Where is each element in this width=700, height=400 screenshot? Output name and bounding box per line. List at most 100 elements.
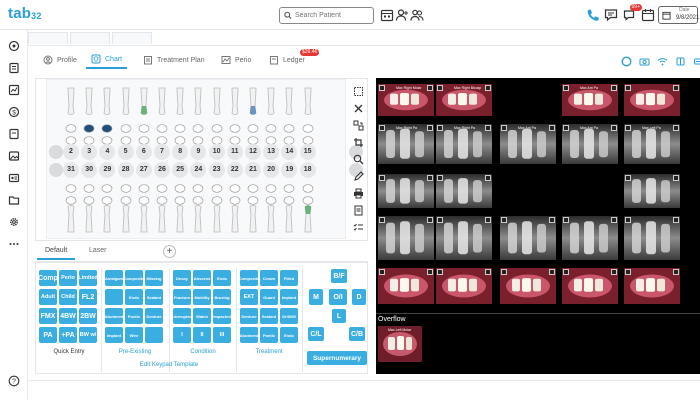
treatment-key[interactable]: Implant — [280, 289, 298, 305]
condition-key[interactable]: Impacted — [213, 308, 231, 324]
expand-icon[interactable] — [611, 217, 617, 223]
delete-icon[interactable] — [563, 269, 569, 275]
tooth-lower[interactable] — [247, 204, 259, 239]
delete-icon[interactable] — [379, 85, 385, 91]
add-user-icon[interactable] — [395, 8, 409, 22]
occlusal-upper[interactable] — [174, 132, 186, 145]
tab-default[interactable]: Default — [37, 247, 76, 260]
tooth-number-lower[interactable]: 31 — [63, 162, 79, 178]
occlusal-upper[interactable] — [83, 120, 95, 133]
delete-icon[interactable] — [625, 85, 631, 91]
expand-icon[interactable] — [427, 85, 433, 91]
xray-thumbnail[interactable] — [436, 174, 492, 208]
occlusal-upper[interactable] — [247, 120, 259, 133]
occlusal-upper[interactable] — [229, 132, 241, 145]
quick-entry-key[interactable]: FMX — [39, 308, 57, 324]
folder-icon[interactable] — [8, 193, 20, 205]
occlusal-upper[interactable] — [101, 132, 113, 145]
image-icon[interactable] — [8, 149, 20, 161]
surface-d-button[interactable]: D — [352, 289, 366, 305]
occlusal-lower[interactable] — [192, 192, 204, 205]
scanner-icon[interactable] — [693, 54, 700, 65]
intraoral-photo-thumbnail[interactable] — [562, 268, 618, 304]
tooth-number-upper[interactable]: 6 — [135, 144, 152, 160]
tab-perio[interactable]: Perio — [216, 51, 256, 69]
xray-thumbnail[interactable] — [436, 216, 492, 260]
occlusal-upper[interactable] — [138, 132, 150, 145]
condition-key[interactable]: Bruxing — [213, 289, 231, 305]
settings-icon[interactable] — [8, 215, 20, 227]
occlusal-lower[interactable] — [138, 180, 150, 193]
expand-icon[interactable] — [427, 175, 433, 181]
delete-icon[interactable] — [625, 175, 631, 181]
tooth-upper[interactable] — [101, 86, 113, 121]
search-input[interactable] — [295, 12, 373, 19]
tooth-lower[interactable] — [138, 204, 150, 239]
delete-icon[interactable] — [379, 125, 385, 131]
occlusal-upper[interactable] — [283, 120, 295, 133]
pre-existing-key[interactable]: Missing — [145, 270, 163, 286]
swap-icon[interactable] — [353, 118, 364, 131]
tooth-lower[interactable] — [120, 204, 132, 239]
pre-existing-key[interactable]: Implant — [105, 327, 123, 343]
condition-key[interactable]: Fracture — [173, 289, 191, 305]
surface-cb-button[interactable]: C/B — [349, 327, 365, 341]
pre-existing-key[interactable]: Wire — [125, 327, 143, 343]
pre-existing-key[interactable]: Composite — [124, 270, 144, 286]
intraoral-photo-thumbnail[interactable]: Max Right Molar — [378, 84, 434, 116]
occlusal-upper[interactable] — [156, 120, 168, 133]
occlusal-lower[interactable] — [156, 180, 168, 193]
delete-icon[interactable] — [379, 269, 385, 275]
pre-existing-key[interactable]: Sealant — [145, 289, 163, 305]
occlusal-upper[interactable] — [156, 132, 168, 145]
occlusal-upper[interactable] — [65, 132, 77, 145]
tooth-number-upper[interactable]: 13 — [263, 144, 280, 160]
quick-entry-key[interactable]: 4BW — [59, 308, 77, 324]
expand-icon[interactable] — [673, 269, 679, 275]
quick-entry-key[interactable]: PA — [39, 327, 57, 343]
occlusal-lower[interactable] — [65, 180, 77, 193]
delete-icon[interactable] — [437, 85, 443, 91]
checklist-icon[interactable] — [353, 220, 364, 231]
quick-entry-key[interactable]: Comp — [38, 270, 58, 286]
tooth-upper[interactable] — [192, 86, 204, 121]
tooth-number-lower[interactable]: 29 — [99, 162, 116, 178]
condition-key[interactable]: Mobility — [193, 289, 211, 305]
condition-key[interactable]: II — [193, 327, 211, 343]
occlusal-lower[interactable] — [283, 180, 295, 193]
tooth-number-lower[interactable]: 19 — [281, 162, 298, 178]
delete-icon[interactable] — [501, 217, 507, 223]
delete-icon[interactable] — [501, 269, 507, 275]
notes-icon[interactable] — [8, 61, 20, 74]
record-icon[interactable] — [621, 54, 632, 67]
condition-key[interactable]: Watch — [193, 308, 211, 324]
tooth-upper[interactable] — [138, 86, 150, 121]
patient-tab[interactable] — [112, 32, 152, 44]
notes-list-icon[interactable] — [353, 203, 364, 216]
xray-thumbnail[interactable] — [624, 216, 680, 260]
treatment-key[interactable]: Abutment — [240, 327, 258, 343]
quick-entry-key[interactable]: Limited — [78, 270, 98, 286]
occlusal-upper[interactable] — [65, 120, 77, 133]
tooth-lower[interactable] — [65, 204, 77, 239]
tooth-number-lower[interactable]: 30 — [81, 162, 98, 178]
occlusal-lower[interactable] — [229, 192, 241, 205]
xray-thumbnail[interactable] — [378, 216, 434, 260]
delete-icon[interactable] — [625, 217, 631, 223]
quick-entry-key[interactable]: Adult — [39, 289, 57, 305]
condition-key[interactable]: Abscess — [193, 270, 211, 286]
tooth-lower[interactable] — [265, 204, 277, 239]
surface-m-button[interactable]: M — [309, 289, 323, 305]
more-icon[interactable] — [8, 237, 20, 249]
occlusal-upper[interactable] — [211, 132, 223, 145]
select-all-icon[interactable] — [353, 84, 364, 96]
delete-icon[interactable] — [379, 175, 385, 181]
treatment-key[interactable]: Endo — [280, 327, 298, 343]
pre-existing-key[interactable]: Endo — [125, 289, 143, 305]
delete-icon[interactable] — [563, 217, 569, 223]
treatment-key[interactable]: Denture — [240, 308, 258, 324]
treatment-key[interactable]: Pontic — [260, 327, 278, 343]
quick-entry-key[interactable]: +PA — [59, 327, 77, 343]
tooth-number-upper[interactable]: 9 — [190, 144, 207, 160]
dashboard-icon[interactable] — [8, 39, 20, 52]
